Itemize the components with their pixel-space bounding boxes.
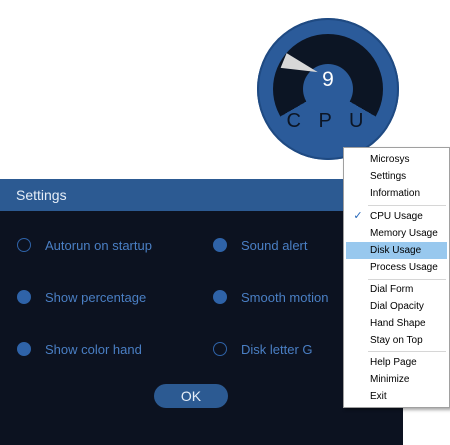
option-show-percentage-label: Show percentage bbox=[45, 289, 147, 305]
check-icon: ✓ bbox=[353, 210, 363, 222]
radio-sound-alert[interactable] bbox=[213, 238, 227, 252]
ok-button[interactable]: OK bbox=[154, 384, 228, 408]
menu-item-stay-on-top[interactable]: Stay on Top bbox=[346, 332, 447, 349]
menu-item-hand-shape[interactable]: Hand Shape bbox=[346, 315, 447, 332]
menu-item-label: Disk Usage bbox=[370, 245, 422, 256]
menu-item-label: Dial Form bbox=[370, 284, 414, 295]
menu-item-dial-form[interactable]: Dial Form bbox=[346, 281, 447, 298]
settings-title: Settings bbox=[16, 187, 67, 203]
menu-item-label: Memory Usage bbox=[370, 228, 438, 239]
context-menu: Microsys Settings Information ✓ CPU Usage… bbox=[343, 147, 450, 408]
menu-separator bbox=[368, 205, 446, 206]
menu-item-exit[interactable]: Exit bbox=[346, 388, 447, 405]
option-show-color-hand[interactable]: Show color hand bbox=[17, 339, 142, 359]
option-show-percentage[interactable]: Show percentage bbox=[17, 287, 146, 307]
option-sound-alert[interactable]: Sound alert bbox=[213, 235, 308, 255]
radio-autorun[interactable] bbox=[17, 238, 31, 252]
radio-smooth-motion[interactable] bbox=[213, 290, 227, 304]
option-smooth-motion-label: Smooth motion bbox=[241, 289, 329, 305]
menu-item-label: CPU Usage bbox=[370, 211, 423, 222]
option-disk-letter[interactable]: Disk letter G bbox=[213, 339, 313, 359]
menu-item-label: Stay on Top bbox=[370, 335, 423, 346]
radio-show-color-hand[interactable] bbox=[17, 342, 31, 356]
menu-item-label: Settings bbox=[370, 171, 407, 182]
menu-item-process-usage[interactable]: Process Usage bbox=[346, 259, 447, 276]
menu-item-label: Help Page bbox=[370, 357, 417, 368]
menu-item-cpu-usage[interactable]: ✓ CPU Usage bbox=[346, 208, 447, 225]
menu-item-disk-usage[interactable]: Disk Usage bbox=[346, 242, 447, 259]
menu-item-minimize[interactable]: Minimize bbox=[346, 371, 447, 388]
menu-separator bbox=[368, 351, 446, 352]
menu-item-label: Dial Opacity bbox=[370, 301, 424, 312]
menu-item-label: Minimize bbox=[370, 374, 410, 385]
option-show-color-hand-label: Show color hand bbox=[45, 341, 142, 357]
menu-item-label: Information bbox=[370, 188, 421, 199]
option-autorun[interactable]: Autorun on startup bbox=[17, 235, 152, 255]
menu-item-label: Process Usage bbox=[370, 262, 438, 273]
menu-item-help-page[interactable]: Help Page bbox=[346, 354, 447, 371]
menu-item-settings[interactable]: Settings bbox=[346, 168, 447, 185]
menu-item-dial-opacity[interactable]: Dial Opacity bbox=[346, 298, 447, 315]
menu-item-information[interactable]: Information bbox=[346, 185, 447, 202]
radio-disk-letter[interactable] bbox=[213, 342, 227, 356]
menu-item-microsys[interactable]: Microsys bbox=[346, 151, 447, 168]
menu-item-label: Microsys bbox=[370, 154, 410, 165]
menu-item-label: Exit bbox=[370, 391, 387, 402]
radio-show-percentage[interactable] bbox=[17, 290, 31, 304]
option-disk-letter-label: Disk letter G bbox=[241, 341, 313, 357]
menu-separator bbox=[368, 279, 446, 280]
dial-value: 9 bbox=[322, 68, 334, 91]
cpu-dial[interactable]: 9 C P U bbox=[257, 18, 399, 160]
menu-item-memory-usage[interactable]: Memory Usage bbox=[346, 225, 447, 242]
dial-label: C P U bbox=[286, 110, 370, 132]
option-smooth-motion[interactable]: Smooth motion bbox=[213, 287, 328, 307]
option-autorun-label: Autorun on startup bbox=[45, 237, 152, 253]
option-sound-alert-label: Sound alert bbox=[241, 237, 308, 253]
menu-item-label: Hand Shape bbox=[370, 318, 426, 329]
